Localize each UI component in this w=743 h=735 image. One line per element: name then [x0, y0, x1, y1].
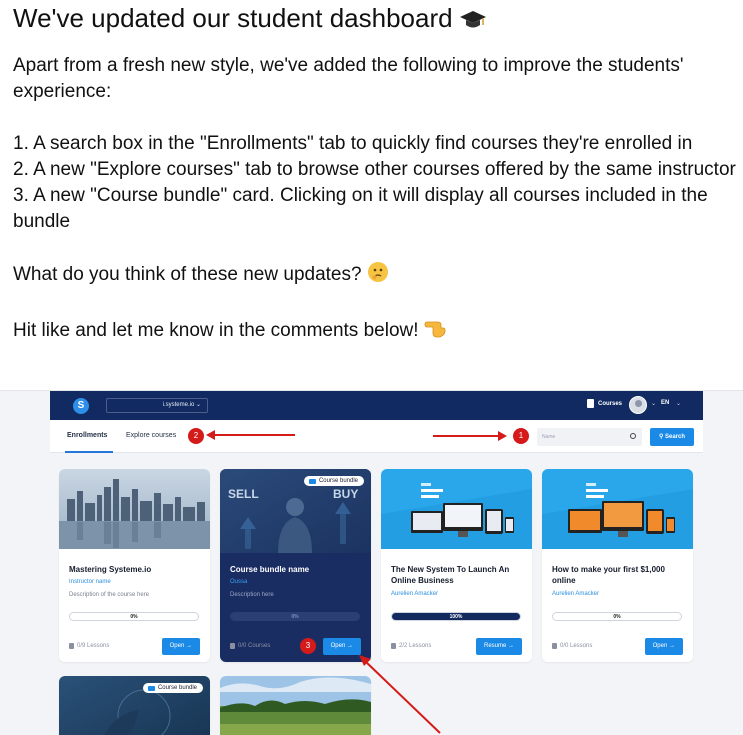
lessons-icon	[552, 643, 557, 649]
post-item-1: 1. A search box in the "Enrollments" tab…	[13, 133, 693, 154]
chevron-down-icon: ⌄	[195, 402, 201, 408]
lessons-icon	[391, 643, 396, 649]
course-progress-bar: 100%	[391, 612, 521, 621]
site-selector[interactable]: i.systeme.io ⌄	[106, 398, 208, 413]
language-selector[interactable]: EN	[661, 400, 669, 406]
course-title: Mastering Systeme.io	[69, 565, 152, 574]
lessons-icon	[69, 643, 74, 649]
course-bundle-tag-label: Course bundle	[318, 478, 358, 484]
course-bundle-tag-label: Course bundle	[157, 685, 197, 691]
annotation-arrowhead-2	[206, 430, 215, 440]
course-card-first-1000[interactable]: How to make your first $1,000 online Aur…	[542, 469, 693, 662]
dashboard-screenshot: S i.systeme.io ⌄ Courses ⌄ EN ⌄ Enrollme…	[0, 390, 743, 735]
tab-enrollments[interactable]: Enrollments	[67, 432, 107, 439]
active-tab-indicator	[65, 451, 113, 453]
post-cta: Hit like and let me know in the comments…	[13, 317, 738, 347]
progress-label: 0%	[130, 614, 138, 620]
course-card-row2-bundle[interactable]: Course bundle	[59, 676, 210, 735]
post-question-text: What do you think of these new updates?	[13, 264, 362, 285]
post-item-2: 2. A new "Explore courses" tab to browse…	[13, 159, 736, 180]
systeme-logo[interactable]: S	[73, 398, 89, 414]
progress-label: 0%	[613, 614, 621, 620]
course-title: Course bundle name	[230, 565, 310, 574]
open-course-button[interactable]: Open →	[161, 638, 200, 655]
nav-courses[interactable]: Courses	[587, 399, 622, 408]
post-title: We've updated our student dashboard	[13, 0, 738, 39]
annotation-badge-3: 3	[300, 638, 316, 654]
dashboard-top-bar: S i.systeme.io ⌄ Courses ⌄ EN ⌄	[50, 391, 703, 420]
dashboard-tab-bar: Enrollments Explore courses Name ⚲ Searc…	[50, 420, 703, 453]
course-progress-bar: 0%	[230, 612, 360, 621]
course-bundle-tag: Course bundle	[303, 476, 364, 486]
course-instructor[interactable]: Oussa	[230, 579, 247, 585]
folder-icon	[308, 478, 316, 484]
tab-explore-courses[interactable]: Explore courses	[126, 432, 176, 439]
user-avatar[interactable]	[629, 396, 647, 414]
course-thumbnail-city	[59, 469, 210, 549]
thumbnail-sell-text: SELL	[228, 487, 259, 501]
post-title-text: We've updated our student dashboard	[13, 3, 453, 33]
annotation-arrow-3	[359, 655, 441, 734]
thinking-face-icon	[367, 261, 389, 291]
post-item-3: 3. A new "Course bundle" card. Clicking …	[13, 185, 708, 232]
search-icon	[630, 433, 636, 439]
courses-count: 0/0 Courses	[230, 643, 270, 649]
avatar-chevron-icon[interactable]: ⌄	[651, 400, 656, 407]
course-thumbnail-devices	[381, 469, 532, 549]
site-selector-value: i.systeme.io	[162, 402, 195, 408]
folder-icon	[147, 685, 155, 691]
course-card-bundle[interactable]: SELL BUY Course bundle Course bundle nam…	[220, 469, 371, 662]
course-card-row2-landscape[interactable]	[220, 676, 371, 735]
course-thumbnail-devices-orange	[542, 469, 693, 549]
annotation-arrowhead-1	[498, 431, 507, 441]
annotation-arrow-1	[433, 435, 499, 437]
language-chevron-icon[interactable]: ⌄	[676, 400, 681, 407]
resume-course-button[interactable]: Resume →	[475, 638, 522, 655]
lessons-count-text: 0/9 Lessons	[77, 643, 110, 649]
course-description: Description here	[230, 592, 274, 598]
course-bundle-tag: Course bundle	[142, 683, 203, 693]
lessons-count: 0/0 Lessons	[552, 643, 592, 649]
course-progress-bar: 0%	[69, 612, 199, 621]
courses-count-text: 0/0 Courses	[238, 643, 271, 649]
post-question: What do you think of these new updates?	[13, 261, 738, 291]
course-instructor[interactable]: Instructor name	[69, 579, 111, 585]
lessons-count: 2/2 Lessons	[391, 643, 431, 649]
document-icon	[587, 399, 594, 408]
graduation-cap-icon	[459, 3, 486, 39]
course-instructor[interactable]: Aurelien Amacker	[552, 591, 599, 597]
course-card-new-system[interactable]: The New System To Launch An Online Busin…	[381, 469, 532, 662]
progress-label: 100%	[449, 614, 463, 620]
annotation-badge-2: 2	[188, 428, 204, 444]
post-cta-text: Hit like and let me know in the comments…	[13, 320, 419, 341]
lessons-count-text: 0/0 Lessons	[560, 643, 593, 649]
search-placeholder: Name	[542, 434, 556, 440]
course-description: Description of the course here	[69, 592, 150, 598]
course-progress-bar: 0%	[552, 612, 682, 621]
search-button-label: Search	[665, 434, 686, 440]
course-title: How to make your first $1,000 online	[552, 565, 665, 585]
lessons-count-text: 2/2 Lessons	[399, 643, 432, 649]
progress-label: 0%	[291, 614, 299, 620]
course-title: The New System To Launch An Online Busin…	[391, 565, 510, 585]
course-search-input[interactable]: Name	[537, 428, 642, 446]
course-thumbnail-landscape	[220, 676, 371, 735]
course-instructor[interactable]: Aurelien Amacker	[391, 591, 438, 597]
pointing-down-icon	[424, 317, 446, 347]
thumbnail-buy-text: BUY	[333, 487, 359, 501]
course-card-mastering[interactable]: Mastering Systeme.io Instructor name Des…	[59, 469, 210, 662]
annotation-arrow-2	[212, 434, 295, 436]
open-course-button[interactable]: Open →	[644, 638, 683, 655]
lessons-icon	[230, 643, 235, 649]
lessons-count: 0/9 Lessons	[69, 643, 109, 649]
post-intro: Apart from a fresh new style, we've adde…	[13, 55, 684, 102]
search-button[interactable]: ⚲ Search	[650, 428, 694, 446]
nav-courses-label: Courses	[598, 400, 623, 407]
annotation-badge-1: 1	[513, 428, 529, 444]
post-body: We've updated our student dashboard Apar…	[13, 0, 738, 347]
